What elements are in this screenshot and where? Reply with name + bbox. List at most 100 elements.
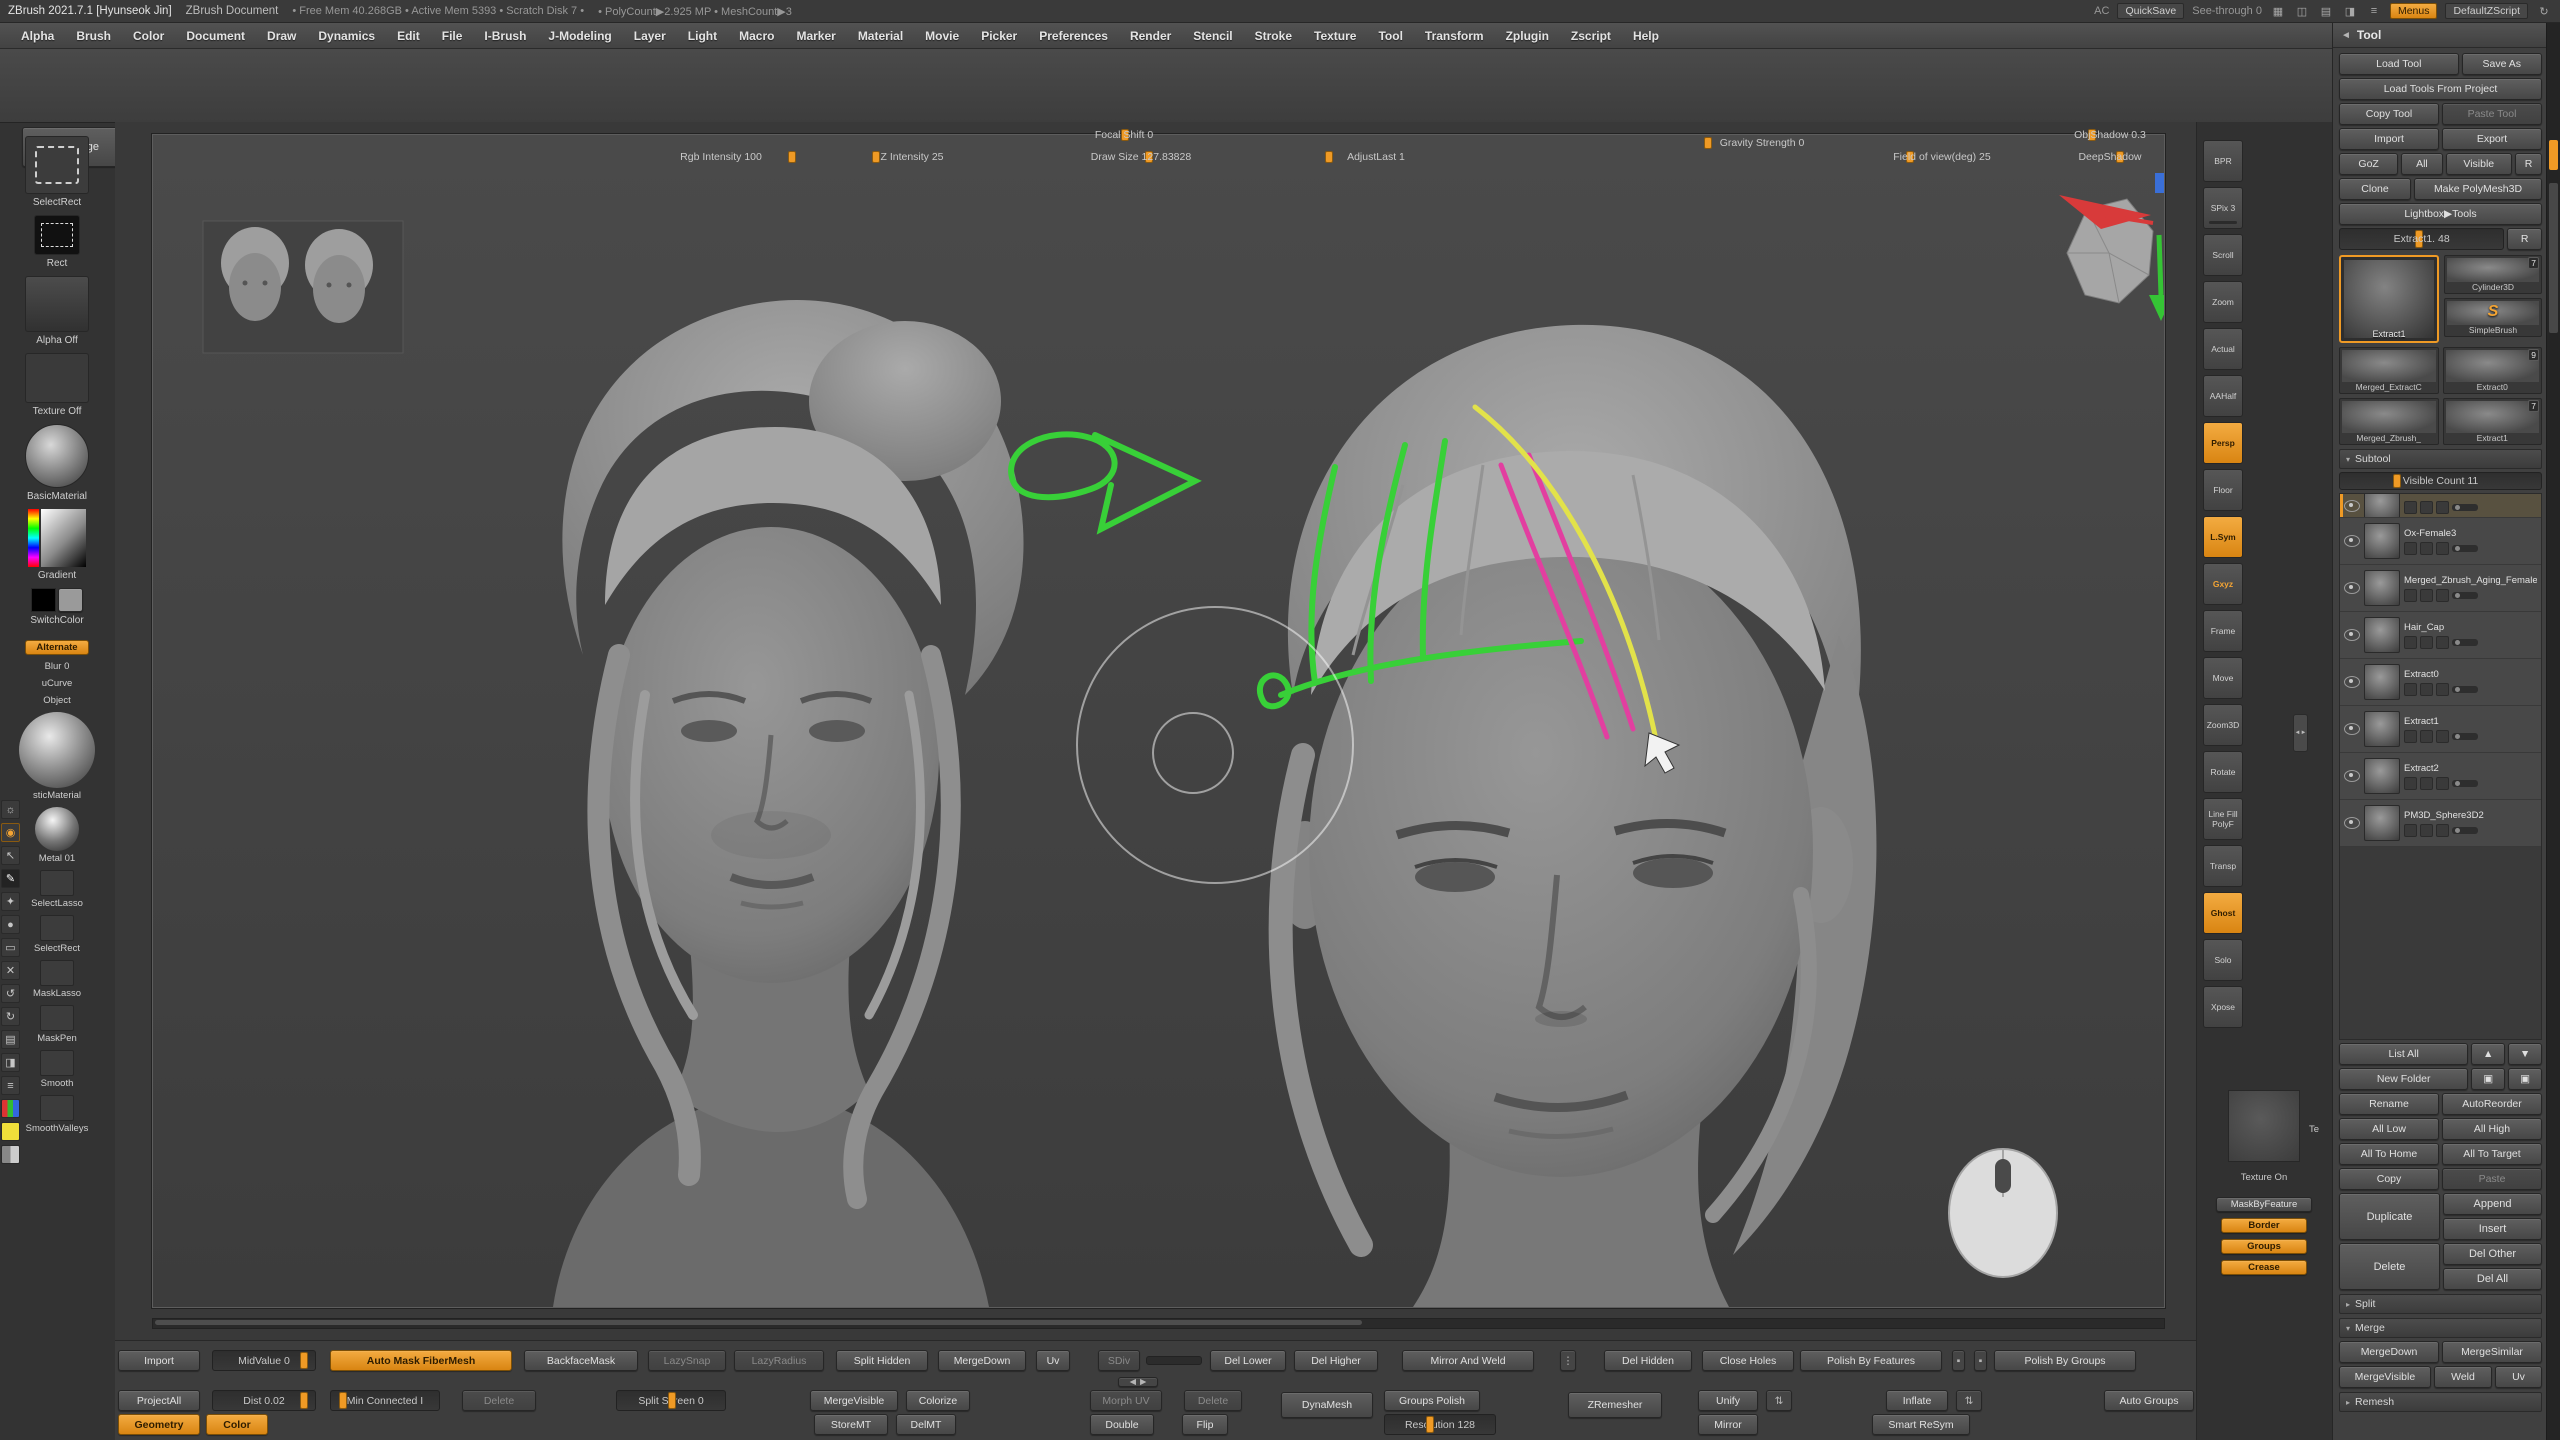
right-shelf-button[interactable]: L.Sym (2203, 516, 2243, 558)
tool-thumbnail[interactable]: 9 Extract0 (2443, 347, 2543, 394)
titlebar-icon[interactable]: ▤ (2318, 5, 2334, 18)
canvas-horizontal-scrollbar[interactable] (152, 1318, 2165, 1329)
merge-button[interactable]: Weld (2434, 1366, 2492, 1388)
tool-panel-button[interactable]: Paste Tool (2442, 103, 2542, 125)
tool-panel-button[interactable]: Visible (2446, 153, 2512, 175)
sculpt-icon[interactable] (2420, 730, 2433, 743)
tool-panel-button[interactable]: Import (2339, 128, 2439, 150)
right-shelf-button[interactable]: Zoom (2203, 281, 2243, 323)
paint-icon[interactable] (2404, 777, 2417, 790)
subtool-row[interactable]: Ox-Female3 (2340, 518, 2541, 565)
right-shelf-button[interactable]: Move (2203, 657, 2243, 699)
folder-icon[interactable] (2436, 589, 2449, 602)
menus-button[interactable]: Menus (2390, 3, 2438, 19)
polygroup-button[interactable]: Border (2221, 1218, 2307, 1233)
folder-icon[interactable] (2436, 636, 2449, 649)
merge-section-header[interactable]: ▾Merge (2339, 1318, 2542, 1338)
bottom-button[interactable]: Uv (1036, 1350, 1070, 1371)
bottom-button[interactable]: ⋮ (1560, 1350, 1576, 1371)
bottom-button[interactable]: Del Hidden (1604, 1350, 1692, 1371)
bottom-button[interactable]: Colorize (906, 1390, 970, 1411)
menu-item[interactable]: I-Brush (475, 27, 535, 45)
bottom-button[interactable]: Dist 0.02 (212, 1390, 316, 1411)
paint-icon[interactable] (2404, 542, 2417, 555)
menu-item[interactable]: Movie (916, 27, 968, 45)
edge-icon[interactable]: ≡ (1, 1076, 20, 1095)
subtool-mini-slider[interactable] (2452, 504, 2478, 511)
subtool-button[interactable]: All To Target (2442, 1143, 2542, 1165)
bottom-button[interactable]: Polish By Features (1800, 1350, 1942, 1371)
texture-selector[interactable]: Texture Off (25, 353, 89, 417)
bottom-button[interactable]: Flip (1182, 1414, 1228, 1435)
tray-item[interactable]: Alternate (0, 640, 114, 655)
bottom-button[interactable]: ▪ (1952, 1350, 1965, 1371)
edge-icon[interactable]: ▭ (1, 938, 20, 957)
subtool-mini-slider[interactable] (2452, 639, 2478, 646)
subtool-row[interactable]: Extract0 (2340, 659, 2541, 706)
bottom-button[interactable]: Del Lower (1210, 1350, 1286, 1371)
bottom-button[interactable]: Split Hidden (836, 1350, 928, 1371)
default-zscript-button[interactable]: DefaultZScript (2445, 3, 2528, 19)
see-through-slider[interactable]: See-through 0 (2192, 5, 2262, 17)
bottom-button[interactable]: Del Higher (1294, 1350, 1378, 1371)
menu-item[interactable]: Light (679, 27, 726, 45)
subtool-mini-slider[interactable] (2452, 827, 2478, 834)
titlebar-icon[interactable]: ◨ (2342, 5, 2358, 18)
tool-thumbnail[interactable]: Merged_ExtractC (2339, 347, 2439, 394)
edge-icon[interactable]: ↺ (1, 984, 20, 1003)
paint-icon[interactable] (2404, 683, 2417, 696)
bottom-button[interactable]: Inflate (1886, 1390, 1948, 1411)
bottom-button[interactable]: StoreMT (814, 1414, 888, 1435)
bottom-button[interactable]: ▪ (1974, 1350, 1987, 1371)
tool-panel-button[interactable]: All (2401, 153, 2442, 175)
merge-button[interactable]: Uv (2495, 1366, 2542, 1388)
switch-color[interactable]: SwitchColor (30, 588, 83, 626)
paint-icon[interactable] (2404, 824, 2417, 837)
bottom-button[interactable]: ⇅ (1956, 1390, 1982, 1411)
menu-item[interactable]: Preferences (1030, 27, 1117, 45)
color-gradient[interactable] (28, 509, 86, 567)
subtool-mini-slider[interactable] (2452, 686, 2478, 693)
bottom-button[interactable]: LazyRadius (734, 1350, 824, 1371)
folder-icon[interactable] (2436, 542, 2449, 555)
quicksave-button[interactable]: QuickSave (2117, 3, 2184, 19)
eye-icon[interactable] (2344, 676, 2360, 688)
eye-icon[interactable] (2344, 582, 2360, 594)
menu-item[interactable]: Texture (1305, 27, 1365, 45)
texture-slot-thumbnail[interactable] (2228, 1090, 2300, 1162)
bottom-button[interactable]: BackfaceMask (524, 1350, 638, 1371)
insert-button[interactable]: Insert (2443, 1218, 2542, 1240)
titlebar-icon[interactable]: ▦ (2270, 5, 2286, 18)
extract-slider[interactable]: Extract1. 48 (2339, 228, 2504, 250)
subtool-button[interactable]: ▲ (2471, 1043, 2505, 1065)
menu-item[interactable]: Alpha (12, 27, 63, 45)
edge-icon[interactable]: ✕ (1, 961, 20, 980)
menu-item[interactable]: Color (124, 27, 173, 45)
bottom-button[interactable]: Unify (1698, 1390, 1758, 1411)
bottom-button[interactable]: Double (1090, 1414, 1154, 1435)
tool-thumbnail[interactable]: Merged_Zbrush_ (2339, 398, 2439, 445)
menu-item[interactable]: Stencil (1184, 27, 1241, 45)
subtool-button[interactable]: ▣ (2508, 1068, 2542, 1090)
bottom-button[interactable]: Delete (1184, 1390, 1242, 1411)
tool-panel-button[interactable]: Copy Tool (2339, 103, 2439, 125)
subtool-button[interactable]: Copy (2339, 1168, 2439, 1190)
folder-icon[interactable] (2436, 730, 2449, 743)
stroke-thumbnail[interactable] (34, 215, 80, 255)
titlebar-icon[interactable]: ≡ (2366, 5, 2382, 18)
edge-icon[interactable]: ◨ (1, 1053, 20, 1072)
bottom-button[interactable]: Resolution 128 (1384, 1414, 1496, 1435)
paint-icon[interactable] (2404, 730, 2417, 743)
folder-icon[interactable] (2436, 683, 2449, 696)
hue-strip[interactable] (28, 509, 39, 567)
document-canvas[interactable] (152, 134, 2165, 1308)
right-shelf-button[interactable]: Transp (2203, 845, 2243, 887)
right-shelf-button[interactable]: Actual (2203, 328, 2243, 370)
tool-panel-button[interactable]: R (2515, 153, 2542, 175)
bottom-button[interactable]: Smart ReSym (1872, 1414, 1970, 1435)
append-button[interactable]: Append (2443, 1193, 2542, 1215)
obj-shadow-slider[interactable]: ObjShadow 0.3 (2062, 127, 2158, 143)
collapse-icon[interactable]: ◄ (2341, 30, 2351, 41)
edge-icon[interactable] (1, 1145, 20, 1164)
bottom-button[interactable]: ⇅ (1766, 1390, 1792, 1411)
